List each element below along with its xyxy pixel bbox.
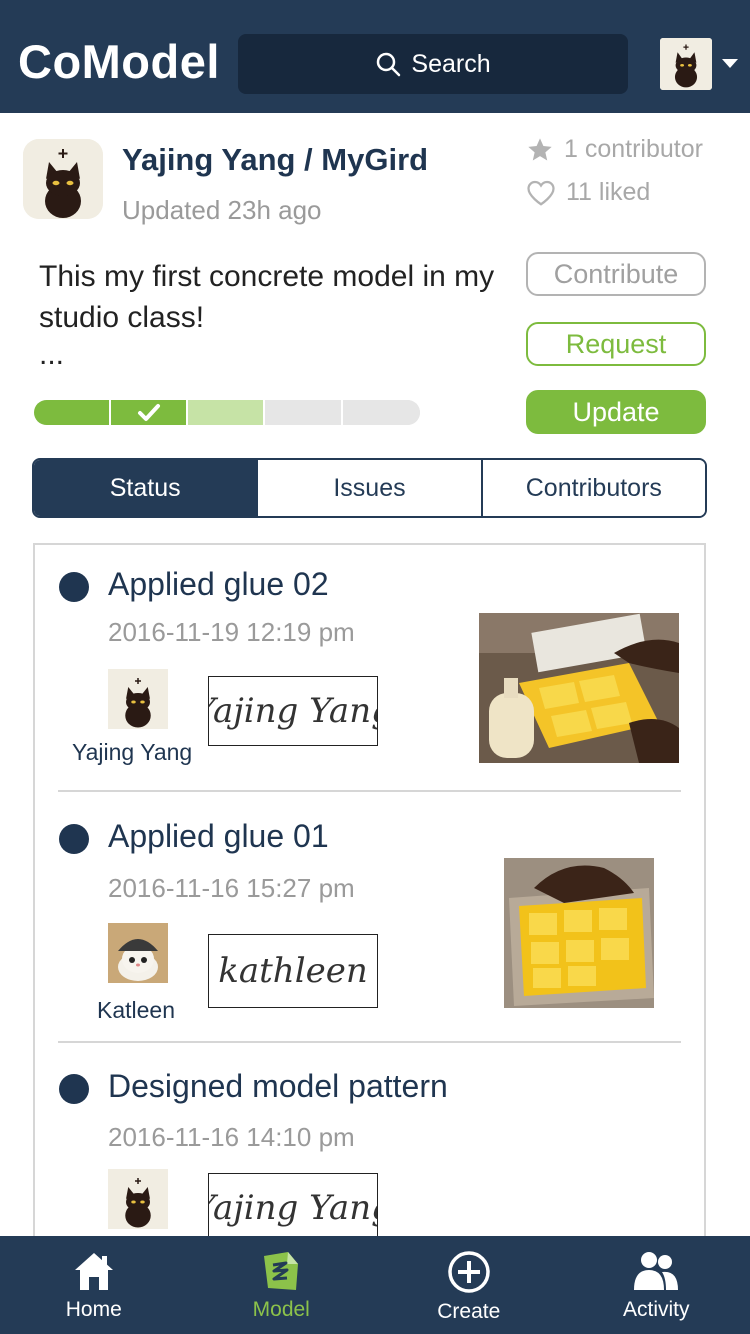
user-avatar[interactable] xyxy=(660,38,712,90)
entry-title: Applied glue 01 xyxy=(108,818,329,854)
plus-circle-icon xyxy=(448,1251,490,1293)
tab-issues[interactable]: Issues xyxy=(258,460,483,516)
check-icon xyxy=(137,403,160,421)
progress-step-current xyxy=(111,400,188,425)
nav-activity[interactable]: Activity xyxy=(563,1236,750,1334)
progress-step xyxy=(343,400,420,425)
progress-step xyxy=(188,400,265,425)
model-icon xyxy=(264,1252,299,1290)
avatar xyxy=(108,923,168,983)
timeline-dot xyxy=(59,1074,89,1104)
nav-home[interactable]: Home xyxy=(0,1236,188,1334)
nav-create-label: Create xyxy=(437,1300,501,1323)
chevron-down-icon[interactable] xyxy=(722,59,738,68)
heart-icon xyxy=(527,180,555,206)
signature: Yajing Yang xyxy=(208,676,378,746)
contributor-count-label: 1 contributor xyxy=(564,135,703,163)
liked-count[interactable]: 11 liked xyxy=(526,178,650,207)
cat-hat-avatar-icon xyxy=(108,923,168,983)
entry-time: 2016-11-16 14:10 pm xyxy=(108,1122,355,1152)
timeline-entry[interactable]: Designed model pattern 2016-11-16 14:10 … xyxy=(35,1045,704,1263)
liked-count-label: 11 liked xyxy=(566,178,651,206)
cat-avatar-icon xyxy=(108,669,168,729)
entry-user-name: Yajing Yang xyxy=(72,739,193,765)
brand-logo[interactable]: CoModel xyxy=(18,34,220,89)
entry-time: 2016-11-19 12:19 pm xyxy=(108,617,355,647)
avatar xyxy=(108,669,168,729)
contributor-count[interactable]: 1 contributor xyxy=(526,135,703,164)
signature: Yajing Yang xyxy=(208,1173,378,1243)
entry-photo[interactable] xyxy=(479,613,679,763)
entry-time: 2016-11-16 15:27 pm xyxy=(108,873,355,903)
entry-divider xyxy=(58,1041,681,1043)
star-icon xyxy=(528,137,552,160)
timeline-dot xyxy=(59,824,89,854)
entry-title: Applied glue 02 xyxy=(108,566,329,602)
home-icon xyxy=(74,1253,113,1290)
nav-model-label: Model xyxy=(252,1298,310,1321)
request-button[interactable]: Request xyxy=(526,322,706,366)
search-icon xyxy=(377,52,401,77)
entry-user-name: Katleen xyxy=(97,997,176,1023)
cat-avatar-icon xyxy=(108,1169,168,1229)
timeline-dot xyxy=(59,572,89,602)
project-description: This my first concrete model in my studi… xyxy=(39,260,495,334)
search-label: Search xyxy=(411,49,491,78)
nav-activity-label: Activity xyxy=(622,1298,690,1321)
timeline-entry[interactable]: Applied glue 01 2016-11-16 15:27 pm Katl… xyxy=(35,795,704,1045)
entry-photo[interactable] xyxy=(504,858,654,1008)
project-avatar xyxy=(23,139,103,219)
cat-avatar-icon xyxy=(23,139,103,219)
signature: kathleen xyxy=(208,934,378,1008)
nav-home-label: Home xyxy=(65,1298,122,1321)
project-updated: Updated 23h ago xyxy=(122,195,322,225)
contribute-button[interactable]: Contribute xyxy=(526,252,706,296)
progress-step xyxy=(34,400,111,425)
update-button[interactable]: Update xyxy=(526,390,706,434)
model-photo-image xyxy=(504,858,654,1008)
project-title[interactable]: Yajing Yang / MyGird xyxy=(122,142,428,178)
tab-status[interactable]: Status xyxy=(34,460,259,516)
nav-create[interactable]: Create xyxy=(375,1236,563,1334)
progress-step xyxy=(265,400,343,425)
search-bar[interactable]: Search xyxy=(238,34,628,94)
tab-contributors[interactable]: Contributors xyxy=(482,460,705,516)
entry-title: Designed model pattern xyxy=(108,1068,448,1104)
timeline-entry[interactable]: Applied glue 02 2016-11-19 12:19 pm Yaji… xyxy=(35,545,704,795)
status-timeline: Applied glue 02 2016-11-19 12:19 pm Yaji… xyxy=(33,543,706,1263)
bottom-nav: Home Model Create Activity xyxy=(0,1236,750,1334)
nav-model[interactable]: Model xyxy=(188,1236,376,1334)
model-photo-image xyxy=(479,613,679,763)
entry-divider xyxy=(58,790,681,792)
tab-bar: Status Issues Contributors xyxy=(32,458,707,518)
people-icon xyxy=(634,1252,679,1290)
app-header: CoModel Search xyxy=(0,0,750,113)
progress-bar xyxy=(34,400,420,425)
cat-avatar-icon xyxy=(660,38,712,90)
avatar xyxy=(108,1169,168,1229)
description-more[interactable]: ... xyxy=(39,338,64,372)
